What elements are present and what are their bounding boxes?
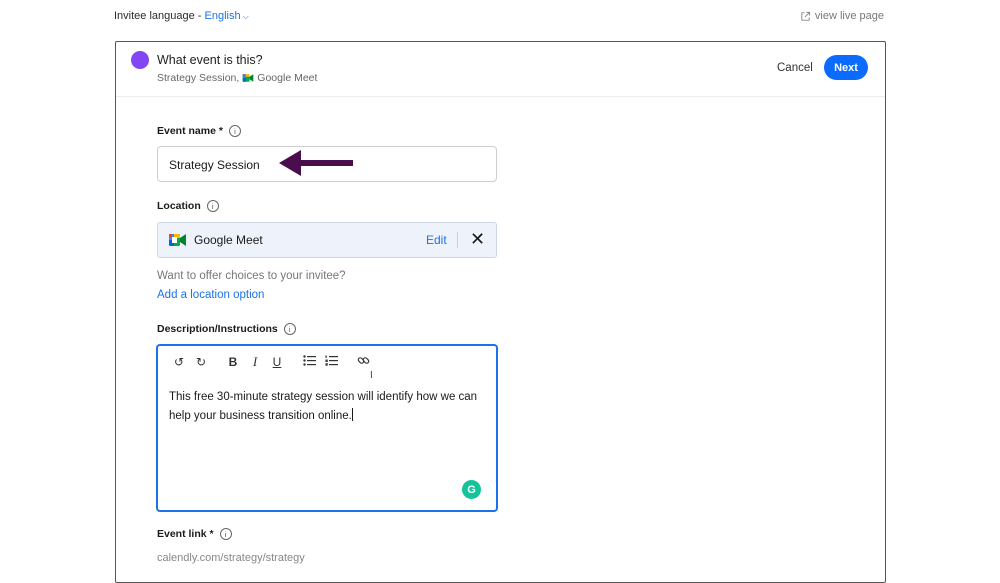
language-value[interactable]: English xyxy=(205,10,241,22)
location-label-row: Location i xyxy=(157,200,219,212)
remove-location-close-icon[interactable]: ✕ xyxy=(470,229,485,249)
google-meet-icon xyxy=(169,234,186,246)
event-name-value[interactable]: Strategy Session xyxy=(169,158,260,172)
chevron-down-icon[interactable]: ⌵ xyxy=(243,12,249,22)
annotation-arrow-icon xyxy=(279,150,353,176)
description-editor[interactable]: ↺ ↻ B I U I This free 30-minute strategy… xyxy=(156,344,498,512)
event-summary-name: Strategy Session, xyxy=(157,72,240,84)
event-summary: Strategy Session, Google Meet xyxy=(157,72,317,84)
event-name-label-row: Event name * i xyxy=(157,125,241,137)
info-icon[interactable]: i xyxy=(283,323,296,335)
add-location-option-link[interactable]: Add a location option xyxy=(157,289,264,301)
description-label-row: Description/Instructions i xyxy=(157,323,296,335)
text-cursor-icon: I xyxy=(370,370,373,381)
underline-icon[interactable]: U xyxy=(266,354,288,370)
link-icon[interactable] xyxy=(352,354,374,371)
bullet-list-icon[interactable] xyxy=(298,354,320,370)
invitee-language: Invitee language - English ⌵ xyxy=(114,10,249,22)
external-link-icon[interactable] xyxy=(800,11,811,22)
info-icon[interactable]: i xyxy=(228,125,241,137)
grammarly-icon[interactable]: G xyxy=(462,480,481,499)
editor-toolbar: ↺ ↻ B I U xyxy=(168,354,374,370)
view-live-page-link[interactable]: view live page xyxy=(800,10,884,22)
event-name-label: Event name * xyxy=(157,125,223,137)
view-live-page-label[interactable]: view live page xyxy=(815,10,884,22)
divider xyxy=(457,232,458,248)
location-name: Google Meet xyxy=(194,233,263,247)
event-question-title: What event is this? xyxy=(157,53,263,67)
next-button[interactable]: Next xyxy=(824,55,868,80)
card-header: What event is this? Strategy Session, Go… xyxy=(116,42,885,97)
info-icon[interactable]: i xyxy=(206,200,219,212)
info-icon[interactable]: i xyxy=(219,528,232,540)
top-bar: Invitee language - English ⌵ view live pa… xyxy=(0,0,1000,34)
italic-icon[interactable]: I xyxy=(244,354,266,370)
location-choice-prompt: Want to offer choices to your invitee? xyxy=(157,270,346,282)
location-label: Location xyxy=(157,200,201,212)
event-color-dot xyxy=(131,51,149,69)
event-link-label-row: Event link * i xyxy=(157,528,232,540)
description-text[interactable]: This free 30-minute strategy session wil… xyxy=(169,388,487,426)
google-meet-icon xyxy=(242,74,254,82)
description-label: Description/Instructions xyxy=(157,323,278,335)
redo-icon[interactable]: ↻ xyxy=(190,354,212,370)
numbered-list-icon[interactable] xyxy=(320,354,342,370)
cancel-button[interactable]: Cancel xyxy=(777,62,813,74)
invitee-language-label: Invitee language - xyxy=(114,10,205,22)
event-summary-location: Google Meet xyxy=(257,72,318,84)
event-link-label: Event link * xyxy=(157,528,214,540)
text-caret xyxy=(351,408,353,421)
undo-icon[interactable]: ↺ xyxy=(168,354,190,370)
description-content[interactable]: This free 30-minute strategy session wil… xyxy=(169,391,477,422)
language-selector[interactable]: English ⌵ xyxy=(205,10,249,22)
bold-icon[interactable]: B xyxy=(222,354,244,370)
event-details-card: What event is this? Strategy Session, Go… xyxy=(115,41,886,583)
edit-location-button[interactable]: Edit xyxy=(426,233,447,247)
location-item: Google Meet Edit ✕ xyxy=(157,222,497,258)
event-link-value[interactable]: calendly.com/strategy/strategy xyxy=(157,552,305,564)
